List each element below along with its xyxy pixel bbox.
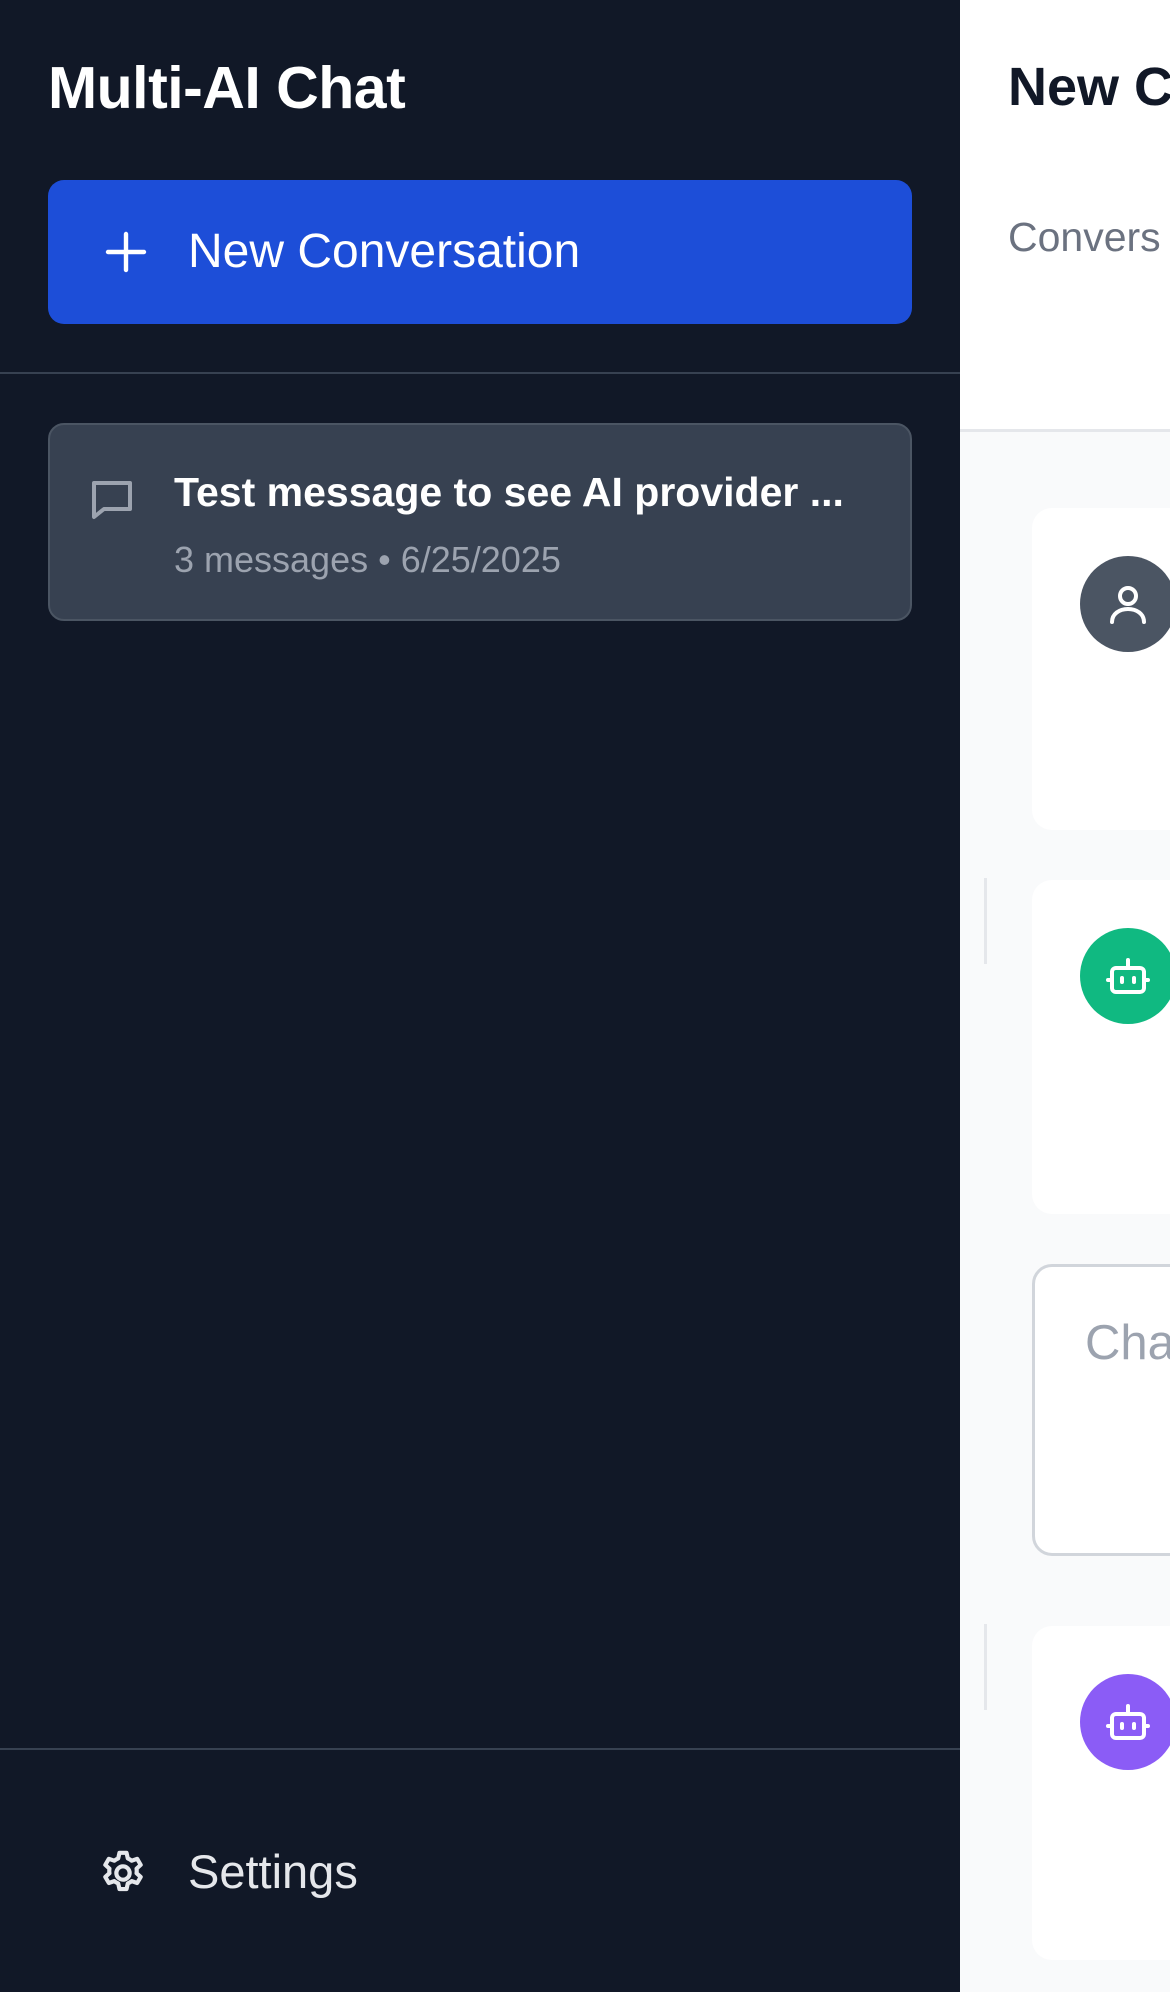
- new-conversation-label: New Conversation: [188, 225, 581, 278]
- user-avatar: [1080, 556, 1170, 652]
- user-message-card: [1032, 508, 1170, 830]
- conversation-list-item[interactable]: Test message to see AI provider ... 3 me…: [48, 423, 912, 621]
- message-input-box[interactable]: Cha prov: [1032, 1264, 1170, 1556]
- main-header: New C Convers Tree: [960, 0, 1170, 432]
- message-input-placeholder: Cha prov: [1085, 1316, 1170, 1370]
- settings-label: Settings: [188, 1845, 358, 1898]
- assistant-message-card: [1032, 880, 1170, 1214]
- sidebar: Multi-AI Chat New Conversation Test mess…: [0, 0, 960, 1992]
- sidebar-divider: [0, 372, 960, 374]
- plus-icon: [105, 231, 147, 273]
- conversation-title: Test message to see AI provider ...: [174, 469, 844, 515]
- assistant-message-card: [1032, 1626, 1170, 1960]
- assistant-avatar: [1080, 928, 1170, 1024]
- chat-bubble-icon: [92, 481, 132, 519]
- conversation-header-subtitle: Convers Tree: [1008, 214, 1170, 260]
- user-icon: [1110, 586, 1146, 624]
- thread-line: [984, 878, 987, 964]
- conversation-meta: 3 messages • 6/25/2025: [174, 539, 561, 580]
- assistant-avatar: [1080, 1674, 1170, 1770]
- app-title: Multi-AI Chat: [48, 55, 406, 121]
- bot-icon: [1106, 1704, 1150, 1740]
- gear-icon: [103, 1850, 143, 1892]
- main-panel: New C Convers Tree Cha prov: [960, 0, 1170, 1992]
- conversation-header-title: New C: [1008, 57, 1170, 117]
- bot-icon: [1106, 958, 1150, 994]
- new-conversation-button[interactable]: New Conversation: [48, 180, 912, 324]
- sidebar-footer-divider: [0, 1748, 960, 1750]
- thread-line: [984, 1624, 987, 1710]
